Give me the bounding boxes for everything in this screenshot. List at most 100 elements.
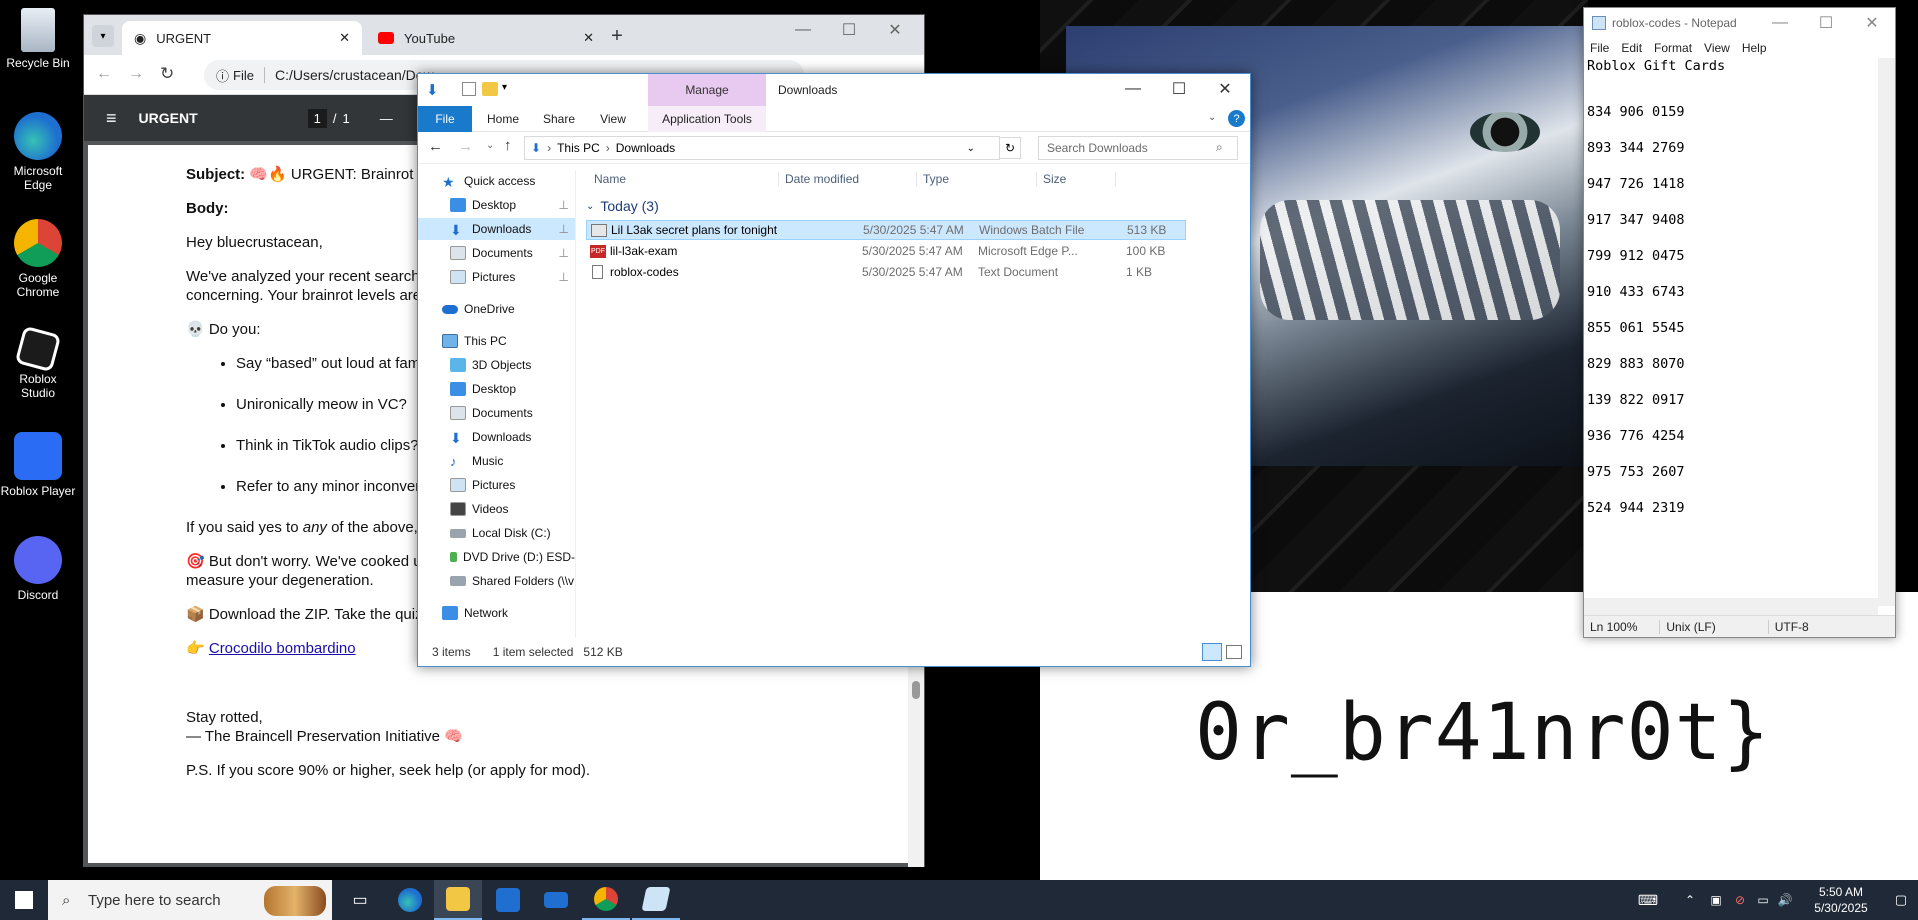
nav-music[interactable]: ♪ Music (418, 450, 575, 472)
volume-icon[interactable]: 🔊 (1774, 880, 1796, 920)
nav-3d-objects[interactable]: 3D Objects (418, 354, 575, 376)
details-view-icon[interactable] (1202, 643, 1222, 661)
new-tab-button[interactable]: + (604, 23, 630, 49)
menu-icon[interactable]: ≡ (106, 108, 117, 129)
start-button[interactable] (0, 880, 48, 920)
taskbar-search-box[interactable]: ⌕ Type here to search (48, 880, 332, 920)
nav-quick-access[interactable]: ★ Quick access (418, 170, 575, 192)
ribbon-tab-share[interactable]: Share (534, 106, 584, 132)
ribbon-tab-home[interactable]: Home (478, 106, 528, 132)
minimize-icon[interactable]: — (1757, 8, 1803, 38)
page-number-input[interactable]: 1 (307, 108, 327, 128)
taskbar-file-explorer[interactable] (434, 880, 482, 920)
desktop-icon-recycle-bin[interactable]: Recycle Bin (0, 8, 76, 70)
desktop-icon-roblox-studio[interactable]: Roblox Studio (0, 325, 76, 400)
nav-shared-folders[interactable]: Shared Folders (\\v (418, 570, 575, 592)
search-downloads-input[interactable]: Search Downloads (1038, 136, 1238, 160)
back-icon[interactable]: ← (96, 65, 112, 83)
properties-icon[interactable] (462, 82, 476, 96)
breadcrumb-dropdown-icon[interactable]: ⌄ (967, 143, 975, 154)
column-size[interactable]: Size (1036, 172, 1116, 186)
close-icon[interactable]: ✕ (872, 15, 918, 45)
back-icon[interactable]: ← (428, 138, 443, 155)
zoom-out-button[interactable]: — (380, 111, 393, 126)
desktop-icon-edge[interactable]: Microsoft Edge (0, 112, 76, 192)
desktop-icon-chrome[interactable]: Google Chrome (0, 219, 76, 299)
notepad-horizontal-scrollbar[interactable] (1584, 598, 1878, 615)
maximize-icon[interactable]: ☐ (1803, 8, 1849, 38)
breadcrumb-downloads[interactable]: Downloads (616, 141, 675, 155)
nav-local-disk[interactable]: Local Disk (C:) (418, 522, 575, 544)
menu-file[interactable]: File (1590, 41, 1609, 55)
tab-search-icon[interactable]: ▾ (92, 25, 114, 47)
group-header-today[interactable]: ⌄ Today (3) (586, 198, 659, 214)
taskbar-store[interactable] (484, 880, 532, 920)
task-view-button[interactable]: ▭ (336, 880, 384, 920)
nav-this-pc[interactable]: This PC (418, 330, 575, 352)
minimize-icon[interactable]: — (1110, 74, 1156, 104)
reload-icon[interactable]: ↻ (160, 64, 174, 84)
maximize-icon[interactable]: ☐ (826, 15, 872, 45)
network-icon[interactable]: ▭ (1752, 880, 1774, 920)
nav-documents-pinned[interactable]: Documents ⊥ (418, 242, 575, 264)
scroll-thumb[interactable] (912, 681, 920, 699)
close-icon[interactable]: ✕ (1849, 8, 1895, 38)
nav-downloads-pinned[interactable]: ⬇ Downloads ⊥ (418, 218, 575, 240)
nav-desktop[interactable]: Desktop (418, 378, 575, 400)
close-tab-icon[interactable]: ✕ (583, 30, 594, 46)
taskbar-notepad[interactable] (632, 880, 680, 920)
new-folder-icon[interactable] (482, 82, 498, 96)
file-row[interactable]: Lil L3ak secret plans for tonight 5/30/2… (586, 220, 1186, 240)
crocodilo-link[interactable]: Crocodilo bombardino (209, 640, 356, 657)
help-icon[interactable]: ? (1228, 110, 1245, 127)
column-type[interactable]: Type (916, 172, 949, 186)
quick-access-down-icon[interactable]: ⬇ (426, 81, 442, 99)
nav-dvd-drive[interactable]: DVD Drive (D:) ESD- (418, 546, 575, 568)
column-name[interactable]: Name (594, 172, 626, 186)
file-row[interactable]: roblox-codes 5/30/2025 5:47 AM Text Docu… (586, 262, 1186, 282)
nav-desktop-pinned[interactable]: Desktop ⊥ (418, 194, 575, 216)
taskbar-chrome[interactable] (582, 880, 630, 920)
column-date-modified[interactable]: Date modified (778, 172, 859, 186)
forward-icon[interactable]: → (128, 65, 144, 83)
file-row[interactable]: PDF lil-l3ak-exam 5/30/2025 5:47 AM Micr… (586, 241, 1186, 261)
refresh-icon[interactable]: ↻ (999, 137, 1021, 159)
tab-youtube[interactable]: YouTube ✕ (366, 21, 606, 55)
nav-pictures[interactable]: Pictures (418, 474, 575, 496)
nav-downloads[interactable]: ⬇ Downloads (418, 426, 575, 448)
maximize-icon[interactable]: ☐ (1156, 74, 1202, 104)
ribbon-tab-view[interactable]: View (590, 106, 636, 132)
close-icon[interactable]: ✕ (1202, 74, 1248, 104)
taskbar-edge[interactable] (386, 880, 434, 920)
customize-toolbar-icon[interactable]: ▾ (502, 82, 507, 93)
device-icon[interactable]: ▣ (1704, 880, 1728, 920)
notepad-text-area[interactable]: Roblox Gift Cards 834 906 0159 893 344 276… (1584, 58, 1878, 606)
show-hidden-icons-icon[interactable]: ⌃ (1676, 880, 1704, 920)
taskbar-mail[interactable] (532, 880, 580, 920)
recent-locations-icon[interactable]: ⌄ (486, 140, 494, 151)
network-alert-icon[interactable]: ⊘ (1728, 880, 1752, 920)
menu-help[interactable]: Help (1742, 41, 1767, 55)
forward-icon[interactable]: → (458, 138, 473, 155)
keyboard-icon[interactable]: ⌨ (1630, 880, 1666, 920)
ribbon-tab-application-tools[interactable]: Application Tools (648, 106, 766, 132)
large-icons-view-icon[interactable] (1226, 645, 1242, 659)
ribbon-tab-file[interactable]: File (418, 106, 472, 132)
menu-view[interactable]: View (1704, 41, 1730, 55)
expand-ribbon-icon[interactable]: ⌄ (1208, 112, 1216, 123)
menu-format[interactable]: Format (1654, 41, 1692, 55)
notepad-vertical-scrollbar[interactable] (1878, 58, 1895, 606)
notifications-icon[interactable]: ▢ (1884, 880, 1918, 920)
nav-onedrive[interactable]: OneDrive (418, 298, 575, 320)
breadcrumb-this-pc[interactable]: This PC (557, 141, 600, 155)
nav-documents[interactable]: Documents (418, 402, 575, 424)
taskbar-clock[interactable]: 5:50 AM 5/30/2025 (1796, 880, 1886, 920)
breadcrumb[interactable]: ⬇ › This PC › Downloads ⌄ ↻ (524, 136, 1021, 160)
nav-network[interactable]: Network (418, 602, 575, 624)
menu-edit[interactable]: Edit (1621, 41, 1642, 55)
close-tab-icon[interactable]: ✕ (339, 30, 350, 46)
tab-urgent[interactable]: ◉ URGENT ✕ (122, 21, 362, 55)
nav-videos[interactable]: Videos (418, 498, 575, 520)
up-icon[interactable]: ↑ (504, 137, 512, 154)
desktop-icon-roblox-player[interactable]: Roblox Player (0, 432, 76, 498)
